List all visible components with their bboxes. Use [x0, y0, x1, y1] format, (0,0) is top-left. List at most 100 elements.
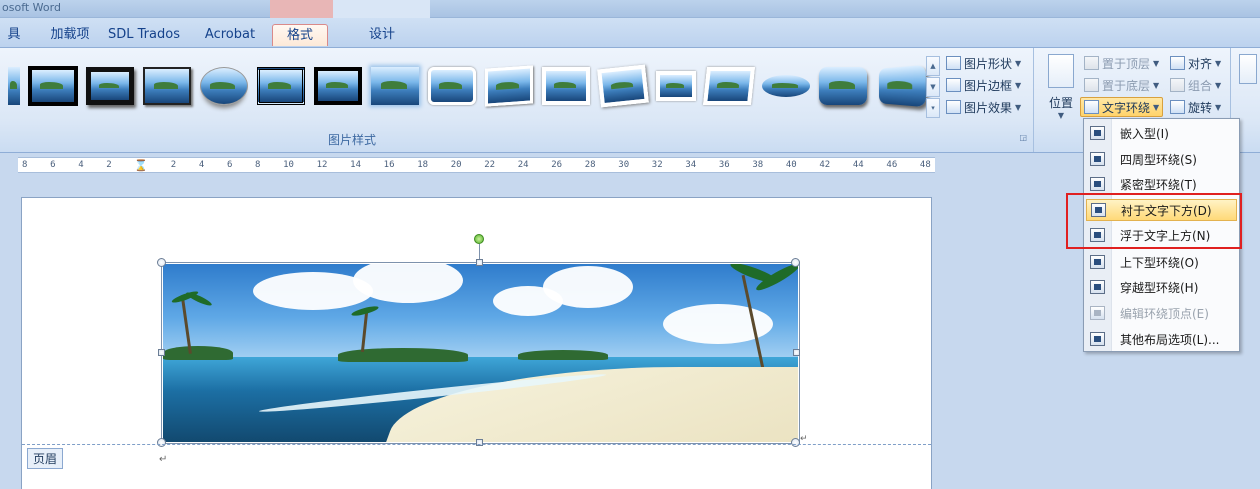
position-label: 位置: [1048, 96, 1073, 110]
chevron-down-icon: ▼: [1015, 58, 1022, 68]
context-tab-header-tools: [333, 0, 430, 18]
horizontal-ruler[interactable]: 8 6 4 2 ⌛ 2 4 6 8 10 12 14 16 18 20 22 24 26 28 30 32 34 36 38 4…: [18, 157, 935, 173]
chevron-down-icon: ▼: [1015, 102, 1022, 112]
picture-border-label: 图片边框: [964, 78, 1013, 93]
group-button[interactable]: 组合 ▼: [1170, 75, 1221, 95]
menu-item-through[interactable]: 穿越型环绕(H): [1086, 276, 1237, 298]
style-thumbnail[interactable]: [703, 67, 755, 105]
gallery-down-button[interactable]: ▼: [926, 77, 940, 97]
menu-item-edit-wrap-points[interactable]: 编辑环绕顶点(E): [1086, 302, 1237, 324]
menu-item-top-bottom[interactable]: 上下型环绕(O): [1086, 251, 1237, 273]
menu-item-label: 四周型环绕(S): [1120, 152, 1197, 167]
rotation-handle[interactable]: [474, 234, 484, 244]
menu-item-label: 其他布局选项(L)...: [1120, 332, 1220, 347]
style-thumbnail[interactable]: [878, 64, 926, 108]
ruler-tick: 6: [226, 160, 233, 170]
style-thumbnail[interactable]: [428, 67, 476, 105]
ribbon-tabs: 具 加载项 SDL Trados Acrobat 格式 设计: [0, 18, 1260, 48]
ruler-tick: 34: [685, 160, 697, 170]
resize-handle-bottom-left[interactable]: [157, 438, 166, 447]
chevron-down-icon: ▼: [1153, 58, 1160, 68]
style-thumbnail[interactable]: [257, 67, 305, 105]
header-label: 页眉: [27, 448, 64, 469]
ruler-tick: 2: [170, 160, 177, 170]
ruler-tick: 4: [198, 160, 205, 170]
ruler-tick: ⌛: [134, 158, 149, 172]
tab-sdl-trados[interactable]: SDL Trados: [104, 24, 184, 46]
send-to-back-button[interactable]: 置于底层 ▼: [1084, 75, 1159, 95]
gallery-up-button[interactable]: ▲: [926, 56, 940, 76]
menu-item-more-layout-options[interactable]: 其他布局选项(L)...: [1086, 328, 1237, 350]
ribbon: ▲ ▼ ▾ 图片形状 ▼ 图片边框 ▼ 图片效果 ▼ 图片样式 ◲ 位置 ▼ 置…: [0, 48, 1260, 153]
ruler-tick: 2: [106, 160, 112, 170]
resize-handle-top-left[interactable]: [157, 258, 166, 267]
picture-effects-button[interactable]: 图片效果 ▼: [946, 97, 1021, 117]
pen-icon: [946, 78, 961, 92]
resize-handle-top[interactable]: [476, 259, 483, 266]
position-button[interactable]: 位置 ▼: [1046, 54, 1076, 130]
picture-effects-label: 图片效果: [964, 100, 1013, 115]
ruler-tick: 46: [886, 160, 898, 170]
position-icon: [1048, 54, 1074, 88]
ruler-tick: 28: [584, 160, 596, 170]
app-title: osoft Word: [2, 1, 61, 14]
ruler-tick: 8: [255, 160, 261, 170]
selection-frame: [161, 262, 800, 444]
ruler-tick: 14: [350, 160, 361, 170]
tab-addins[interactable]: 加载项: [40, 24, 100, 46]
bring-to-front-button[interactable]: 置于顶层 ▼: [1084, 53, 1159, 73]
tab-design[interactable]: 设计: [350, 24, 414, 46]
tab-format[interactable]: 格式: [272, 24, 328, 46]
style-thumbnail[interactable]: [314, 67, 362, 105]
tab-tools[interactable]: 具: [6, 24, 22, 46]
picture-shape-button[interactable]: 图片形状 ▼: [946, 53, 1021, 73]
send-back-icon: [1084, 78, 1099, 92]
style-thumbnail[interactable]: [819, 67, 867, 105]
text-wrap-label: 文字环绕: [1102, 100, 1151, 115]
bring-front-icon: [1084, 56, 1099, 70]
ruler-tick: 36: [718, 160, 730, 170]
ruler-tick: 10: [283, 160, 294, 170]
menu-item-tight[interactable]: 紧密型环绕(T): [1086, 173, 1237, 195]
style-thumbnail[interactable]: [8, 67, 20, 105]
text-wrap-button[interactable]: 文字环绕 ▼: [1080, 97, 1164, 117]
align-button[interactable]: 对齐 ▼: [1170, 53, 1221, 73]
ruler-tick: 48: [919, 160, 931, 170]
ruler-tick: 18: [417, 160, 429, 170]
ruler-tick: 30: [618, 160, 630, 170]
rotate-label: 旋转: [1188, 100, 1213, 115]
dialog-launcher-icon[interactable]: ◲: [1019, 133, 1027, 142]
menu-item-square[interactable]: 四周型环绕(S): [1086, 148, 1237, 170]
layout-options-icon: [1090, 332, 1105, 346]
gallery-more-button[interactable]: ▾: [926, 98, 940, 118]
chevron-down-icon: ▼: [1215, 58, 1222, 68]
ruler-tick: 42: [819, 160, 831, 170]
resize-handle-left[interactable]: [158, 349, 165, 356]
resize-handle-right[interactable]: [793, 349, 800, 356]
tab-acrobat[interactable]: Acrobat: [198, 24, 262, 46]
menu-item-inline[interactable]: 嵌入型(I): [1086, 122, 1237, 144]
align-icon: [1170, 56, 1185, 70]
rotate-icon: [1170, 100, 1185, 114]
ruler-tick: 38: [752, 160, 764, 170]
style-thumbnail[interactable]: [762, 75, 810, 97]
group-label-picture-styles: 图片样式: [328, 133, 377, 147]
style-thumbnail[interactable]: [371, 67, 419, 105]
style-thumbnail[interactable]: [656, 71, 696, 101]
resize-handle-top-right[interactable]: [791, 258, 800, 267]
header-boundary: [22, 444, 931, 445]
shape-icon: [946, 56, 961, 70]
wrap-tight-icon: [1090, 177, 1105, 191]
rotate-button[interactable]: 旋转 ▼: [1170, 97, 1221, 117]
style-thumbnail[interactable]: [143, 67, 191, 105]
style-thumbnail[interactable]: [597, 64, 649, 108]
style-thumbnail[interactable]: [542, 67, 590, 105]
style-thumbnail[interactable]: [485, 65, 533, 107]
document-page[interactable]: 页眉 ↵ ↵: [21, 197, 932, 489]
style-thumbnail[interactable]: [200, 67, 248, 105]
picture-border-button[interactable]: 图片边框 ▼: [946, 75, 1021, 95]
picture-styles-group: ▲ ▼ ▾ 图片形状 ▼ 图片边框 ▼ 图片效果 ▼ 图片样式 ◲: [0, 48, 1034, 152]
style-thumbnail[interactable]: [28, 66, 78, 106]
style-thumbnail[interactable]: [86, 67, 134, 105]
resize-handle-bottom-right[interactable]: [791, 438, 800, 447]
